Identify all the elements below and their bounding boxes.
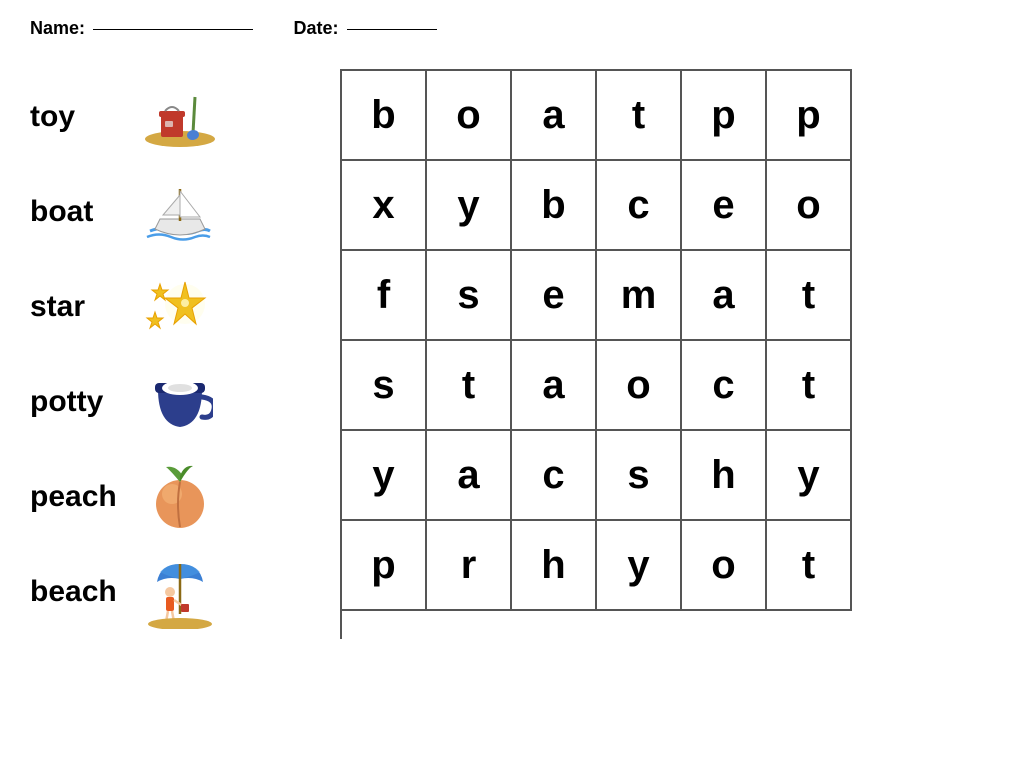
header: Name: Date: (0, 0, 1024, 49)
icon-star (140, 269, 220, 344)
word-label-potty: potty (30, 385, 140, 419)
grid-cell: o (682, 521, 767, 611)
list-item: beach (30, 544, 320, 639)
icon-potty (140, 364, 220, 439)
main-content: toy (0, 49, 1024, 649)
grid-cell: a (427, 431, 512, 521)
grid-cell: x (342, 161, 427, 251)
grid-cell: o (427, 71, 512, 161)
icon-beach (140, 554, 220, 629)
grid-cell: r (427, 521, 512, 611)
grid-cell: y (427, 161, 512, 251)
grid-cell: p (682, 71, 767, 161)
grid-cell: h (682, 431, 767, 521)
word-label-boat: boat (30, 195, 140, 229)
grid-cell: m (597, 251, 682, 341)
grid-cell: y (342, 431, 427, 521)
grid-cell: o (597, 341, 682, 431)
grid-cell: a (512, 71, 597, 161)
grid-cell: o (767, 161, 852, 251)
word-list: toy (30, 59, 320, 639)
grid-cell: c (597, 161, 682, 251)
list-item: peach (30, 449, 320, 544)
grid-cell: a (512, 341, 597, 431)
grid-cell: c (512, 431, 597, 521)
word-label-toy: toy (30, 100, 140, 134)
icon-toy (140, 79, 220, 154)
grid-cell: y (767, 431, 852, 521)
grid-cell: t (597, 71, 682, 161)
grid-cell: c (682, 341, 767, 431)
icon-peach (140, 459, 220, 534)
grid-cell: s (427, 251, 512, 341)
grid-cell: h (512, 521, 597, 611)
grid-cell: b (342, 71, 427, 161)
list-item: toy (30, 69, 320, 164)
name-field-label: Name: (30, 18, 253, 39)
grid-cell: p (342, 521, 427, 611)
grid-cell: e (512, 251, 597, 341)
grid-cell: s (597, 431, 682, 521)
grid-cell: a (682, 251, 767, 341)
icon-boat (140, 174, 220, 249)
list-item: boat (30, 164, 320, 259)
grid-cell: b (512, 161, 597, 251)
grid-cell: t (427, 341, 512, 431)
grid-cell: f (342, 251, 427, 341)
list-item: potty (30, 354, 320, 449)
list-item: star (30, 259, 320, 354)
word-label-beach: beach (30, 575, 140, 609)
grid-cell: y (597, 521, 682, 611)
date-field-label: Date: (293, 18, 436, 39)
grid-cell: e (682, 161, 767, 251)
grid-cell: t (767, 341, 852, 431)
grid-cell: t (767, 521, 852, 611)
word-label-peach: peach (30, 480, 140, 514)
letter-grid: boatppxybceofsematstaoctyacshyprhyot (340, 69, 852, 639)
word-label-star: star (30, 290, 140, 324)
grid-cell: p (767, 71, 852, 161)
grid-cell: t (767, 251, 852, 341)
grid-cell: s (342, 341, 427, 431)
